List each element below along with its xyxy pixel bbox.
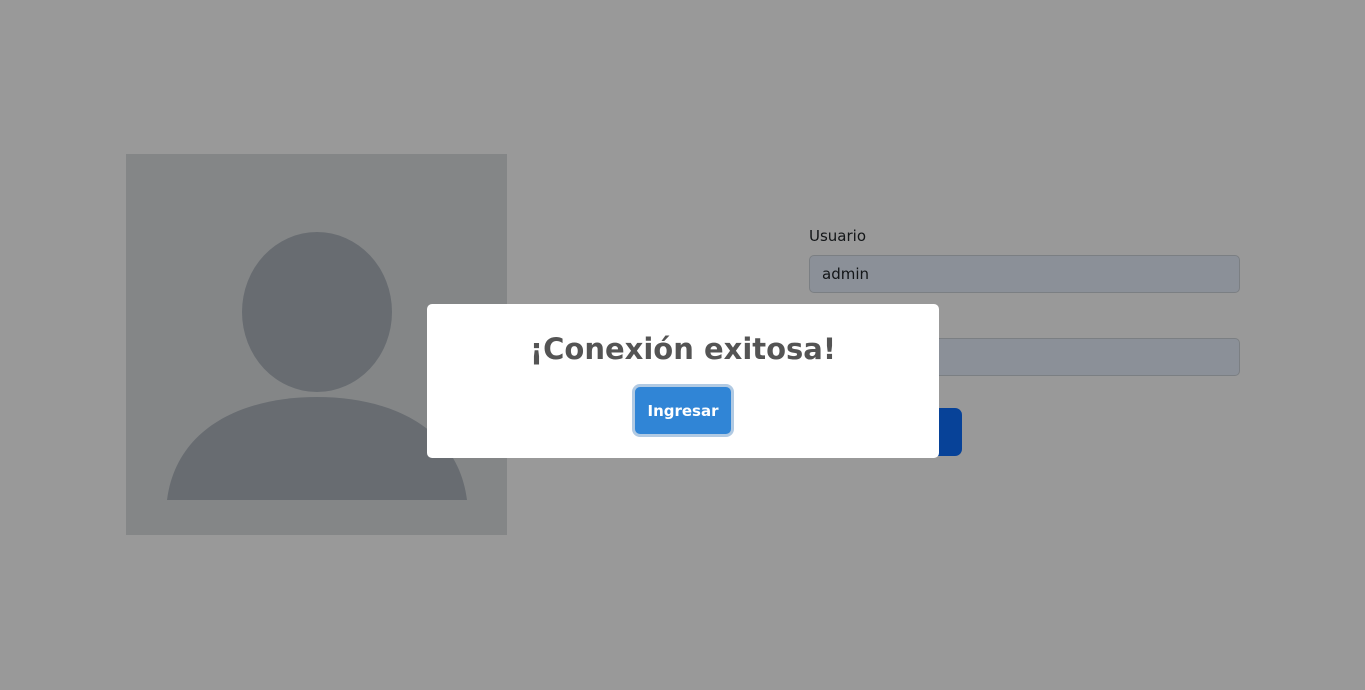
success-dialog: ¡Conexión exitosa! Ingresar <box>427 304 939 458</box>
login-page: Usuario ¡Conexión exitosa! Ingresar <box>0 0 1365 690</box>
dialog-title: ¡Conexión exitosa! <box>529 332 837 366</box>
confirm-button[interactable]: Ingresar <box>635 387 731 434</box>
